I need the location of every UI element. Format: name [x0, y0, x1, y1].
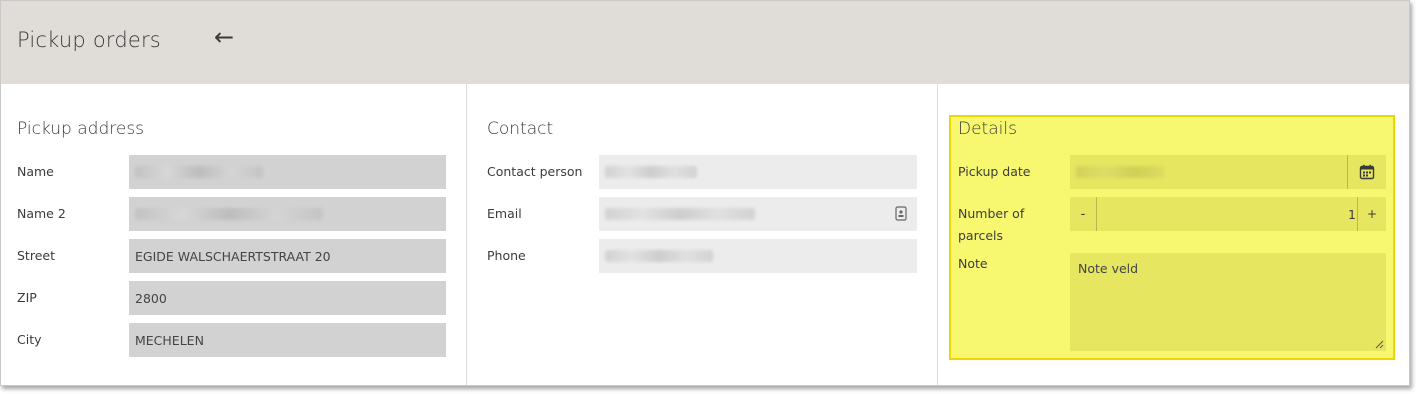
email-label: Email — [487, 206, 522, 221]
name-field[interactable] — [129, 155, 446, 189]
street-row: Street EGIDE WALSCHAERTSTRAAT 20 — [17, 239, 446, 273]
redacted-value — [1076, 166, 1164, 178]
contact-person-row: Contact person — [487, 155, 917, 189]
decrement-button[interactable]: - — [1070, 197, 1097, 231]
redacted-value — [605, 208, 755, 220]
parcels-label-line2: parcels — [958, 228, 1004, 243]
parcels-row: Number of parcels - 1 + — [958, 197, 1386, 243]
contact-person-label: Contact person — [487, 164, 583, 179]
name-label: Name — [17, 164, 54, 179]
details-panel: Details Pickup date Number of parcels - … — [938, 84, 1409, 385]
redacted-value — [135, 208, 323, 220]
pickup-address-title: Pickup address — [17, 119, 145, 139]
parcels-input[interactable]: 1 — [1097, 197, 1356, 231]
parcels-label-line1: Number of — [958, 206, 1025, 221]
street-field[interactable]: EGIDE WALSCHAERTSTRAAT 20 — [129, 239, 446, 273]
pickup-date-field[interactable] — [1070, 155, 1386, 189]
pickup-orders-window: Pickup orders ← Pickup address Name Name… — [0, 0, 1410, 386]
name2-field[interactable] — [129, 197, 446, 231]
city-row: City MECHELEN — [17, 323, 446, 357]
street-label: Street — [17, 248, 55, 263]
calendar-icon — [1359, 164, 1375, 180]
note-row: Note Note veld — [958, 253, 1386, 351]
note-text: Note veld — [1078, 261, 1139, 276]
phone-row: Phone — [487, 239, 917, 273]
city-label: City — [17, 332, 42, 347]
contact-card-icon[interactable] — [895, 206, 907, 221]
note-label: Note — [958, 256, 988, 271]
zip-field[interactable]: 2800 — [129, 281, 446, 315]
city-field[interactable]: MECHELEN — [129, 323, 446, 357]
redacted-value — [135, 166, 263, 178]
parcels-label: Number of parcels — [958, 203, 1024, 247]
email-field[interactable] — [599, 197, 917, 231]
contact-panel: Contact Contact person Email Phone — [467, 84, 938, 385]
zip-row: ZIP 2800 — [17, 281, 446, 315]
increment-button[interactable]: + — [1357, 197, 1386, 231]
arrow-left-icon[interactable]: ← — [214, 23, 234, 51]
parcels-stepper: - 1 + — [1070, 197, 1386, 231]
phone-field[interactable] — [599, 239, 917, 273]
email-row: Email — [487, 197, 917, 231]
calendar-button[interactable] — [1347, 155, 1386, 189]
contact-person-field[interactable] — [599, 155, 917, 189]
name-row: Name — [17, 155, 446, 189]
contact-title: Contact — [487, 119, 554, 139]
page-header: Pickup orders ← — [1, 1, 1409, 84]
resize-grip-icon[interactable] — [1375, 340, 1384, 349]
page-title: Pickup orders — [17, 28, 161, 52]
details-highlight: Details Pickup date Number of parcels - … — [949, 115, 1395, 360]
pickup-address-panel: Pickup address Name Name 2 Street EGIDE … — [1, 84, 467, 385]
note-textarea[interactable]: Note veld — [1070, 253, 1386, 351]
name2-row: Name 2 — [17, 197, 446, 231]
details-title: Details — [958, 119, 1017, 139]
name2-label: Name 2 — [17, 206, 66, 221]
zip-label: ZIP — [17, 290, 37, 305]
pickup-date-row: Pickup date — [958, 155, 1386, 189]
redacted-value — [605, 166, 697, 178]
pickup-date-label: Pickup date — [958, 164, 1031, 179]
redacted-value — [605, 250, 713, 262]
phone-label: Phone — [487, 248, 526, 263]
